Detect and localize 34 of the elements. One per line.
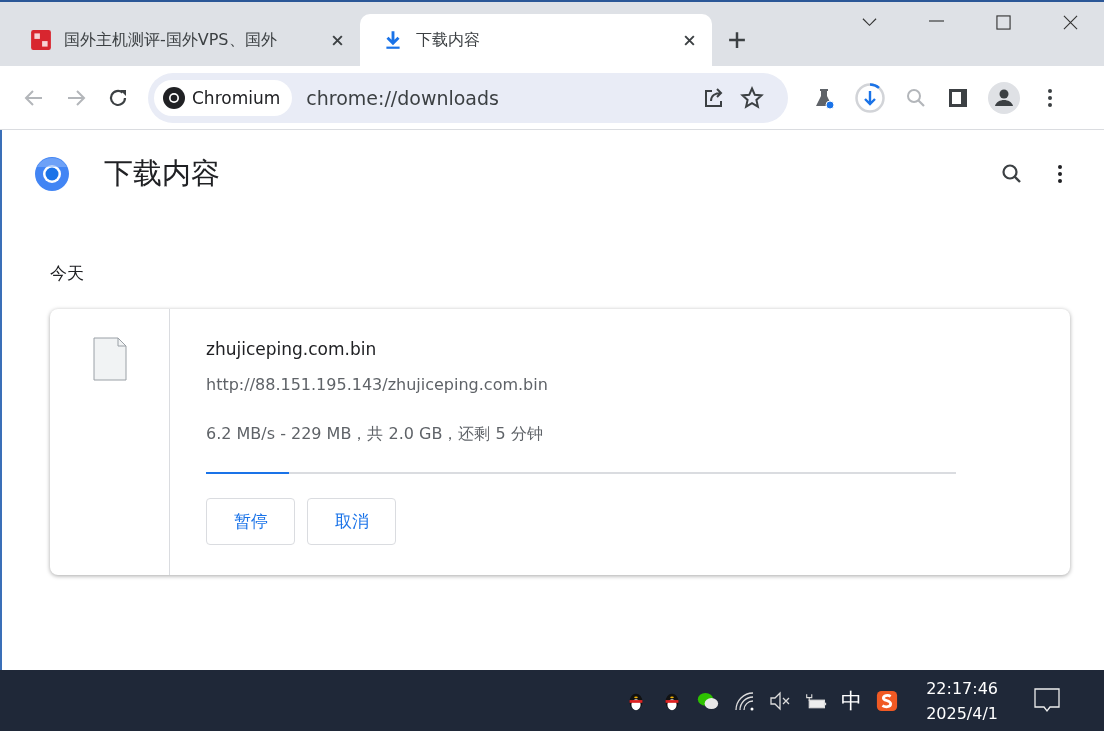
address-bar[interactable]: Chromium chrome://downloads [148, 72, 788, 123]
browser-tab[interactable]: 国外主机测评-国外VPS、国外 [0, 14, 360, 66]
clock-date[interactable]: 2025/4/1 [926, 703, 998, 723]
site-name: Chromium [192, 87, 281, 108]
file-url[interactable]: http://88.151.195.143/zhujiceping.com.bin [206, 375, 1034, 394]
new-tab-icon[interactable] [728, 31, 746, 49]
browser-tab[interactable]: 下载内容 [360, 14, 712, 66]
download-status: 6.2 MB/s - 229 MB，共 2.0 GB，还剩 5 分钟 [206, 424, 544, 445]
tab-title: 国外主机测评-国外VPS、国外 [64, 29, 278, 51]
page-title: 下载内容 [104, 155, 220, 192]
notification-icon[interactable] [1034, 687, 1060, 714]
file-name[interactable]: zhujiceping.com.bin [206, 339, 1034, 359]
file-icon [92, 337, 127, 381]
muted-speaker-icon[interactable] [769, 689, 792, 712]
input-method-indicator[interactable]: 中 [841, 686, 863, 715]
chromium-logo-icon [162, 85, 186, 110]
date-heading: 今天 [50, 262, 85, 285]
close-icon[interactable] [683, 33, 696, 47]
download-progress-icon[interactable] [854, 81, 886, 114]
clock-time[interactable]: 22:17:46 [926, 678, 998, 698]
star-icon[interactable] [740, 85, 764, 110]
close-icon[interactable] [1063, 15, 1078, 30]
site-chip[interactable]: Chromium [154, 79, 293, 116]
wifi-icon[interactable] [733, 689, 756, 712]
tab-title: 下载内容 [416, 29, 481, 51]
input-method-logo-icon[interactable] [876, 689, 899, 712]
url-text: chrome://downloads [306, 86, 499, 109]
site-logo-icon [30, 29, 52, 51]
maximize-icon[interactable] [996, 15, 1011, 30]
avatar-icon[interactable] [988, 81, 1020, 114]
action-button[interactable]: 暂停 [206, 498, 295, 545]
chromium-logo-icon [34, 156, 70, 192]
action-button[interactable]: 取消 [307, 498, 396, 545]
close-icon[interactable] [331, 33, 344, 47]
